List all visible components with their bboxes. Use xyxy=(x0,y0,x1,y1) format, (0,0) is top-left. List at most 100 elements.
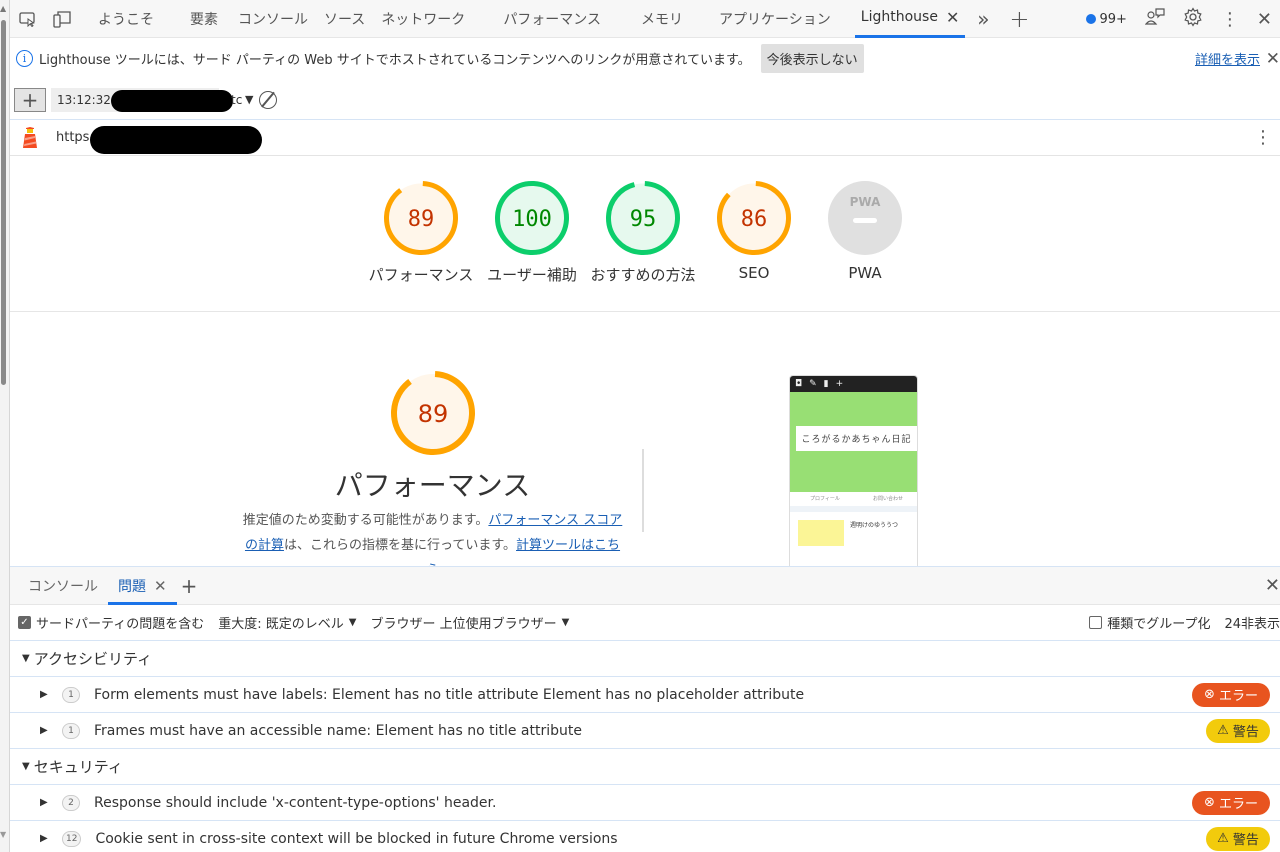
close-tab-icon[interactable]: ✕ xyxy=(946,8,959,27)
severity-badge-warning: ⚠ 警告 xyxy=(1206,718,1270,743)
lighthouse-toolbar: + 13:12:32 tc ▼ xyxy=(10,80,1280,120)
gauge-label: おすすめの方法 xyxy=(590,266,696,284)
inspect-icon[interactable] xyxy=(18,9,38,29)
page-screenshot-thumbnail[interactable]: ◘ ✎ ▮ + ころがるかあちゃん日記 プロフィール お問い合わせ 週明けのゆううつ xyxy=(789,375,918,566)
add-tab-icon[interactable]: + xyxy=(1009,5,1029,33)
chevron-down-icon: ▼ xyxy=(561,617,570,628)
issue-row[interactable]: ▶ 1 Frames must have an accessible name:… xyxy=(10,713,1280,749)
severity-label: 重大度: 既定のレベル xyxy=(218,617,344,632)
info-bar: i Lighthouse ツールには、サード パーティの Web サイトでホスト… xyxy=(10,38,1280,80)
include-third-party-label: サードパーティの問題を含む xyxy=(36,617,205,632)
issue-count: 2 xyxy=(62,794,80,811)
gauge-label: ユーザー補助 xyxy=(487,266,577,284)
dont-show-again-button[interactable]: 今後表示しない xyxy=(760,44,864,73)
new-report-button[interactable]: + xyxy=(14,87,46,112)
tab-memory[interactable]: メモリ xyxy=(627,0,697,38)
severity-badge-warning: ⚠ 警告 xyxy=(1206,826,1270,851)
gauge-seo[interactable]: 86 SEO xyxy=(699,180,809,282)
section-divider xyxy=(642,449,644,532)
chevron-down-icon: ▼ xyxy=(348,617,357,628)
topbar-right-icons: 99+ ⋮ ✕ xyxy=(1086,0,1280,38)
clear-all-icon[interactable] xyxy=(259,90,277,109)
issue-text: Form elements must have labels: Element … xyxy=(94,686,805,703)
expand-arrow-icon: ▼ xyxy=(22,761,30,772)
info-message: Lighthouse ツールには、サード パーティの Web サイトでホストされ… xyxy=(39,53,751,68)
drawer-tab-console[interactable]: コンソール xyxy=(18,567,108,605)
severity-badge-error: ⊗ エラー xyxy=(1192,682,1270,707)
thumbnail-adminbar: ◘ ✎ ▮ + xyxy=(790,376,917,392)
tab-performance[interactable]: パフォーマンス xyxy=(489,0,615,38)
issue-row[interactable]: ▶ 1 Form elements must have labels: Elem… xyxy=(10,677,1280,713)
tab-application[interactable]: アプリケーション xyxy=(705,0,845,38)
thumbnail-site-title: ころがるかあちゃん日記 xyxy=(796,426,917,451)
devtools-panel: ようこそ 要素 コンソール ソース ネットワーク パフォーマンス メモリ アプリ… xyxy=(10,0,1280,852)
tab-network[interactable]: ネットワーク xyxy=(375,0,471,38)
gauge-performance[interactable]: 89 パフォーマンス xyxy=(366,180,476,285)
left-scrollbar[interactable]: ▲ ▼ xyxy=(0,0,10,852)
tab-sources[interactable]: ソース xyxy=(314,0,375,38)
gauge-best-practices[interactable]: 95 おすすめの方法 xyxy=(588,180,698,285)
tab-elements[interactable]: 要素 xyxy=(176,0,232,38)
drawer-tab-issues[interactable]: 問題 ✕ xyxy=(108,567,177,605)
issue-row[interactable]: ▶ 2 Response should include 'x-content-t… xyxy=(10,785,1280,821)
severity-label: エラー xyxy=(1219,689,1259,704)
browser-label: ブラウザー 上位使用ブラウザー xyxy=(370,617,557,632)
gauge-accessibility[interactable]: 100 ユーザー補助 xyxy=(477,180,587,285)
browser-dropdown[interactable]: ブラウザー 上位使用ブラウザー ▼ xyxy=(370,613,569,632)
devtools-tab-bar: ようこそ 要素 コンソール ソース ネットワーク パフォーマンス メモリ アプリ… xyxy=(10,0,1280,38)
scrollbar-thumb[interactable] xyxy=(1,20,6,385)
bottom-drawer: コンソール 問題 ✕ + ✕ ✓ サードパーティの問題を含む 重大度: 既定のレ… xyxy=(10,566,1280,852)
gauge-pwa[interactable]: PWA PWA xyxy=(810,180,920,282)
learn-more-link[interactable]: 詳細を表示 xyxy=(1195,49,1260,68)
issue-row[interactable]: ▶ 12 Cookie sent in cross-site context w… xyxy=(10,821,1280,852)
device-toolbar-icon[interactable] xyxy=(52,9,72,29)
severity-dropdown[interactable]: 重大度: 既定のレベル ▼ xyxy=(218,613,356,632)
close-tab-icon[interactable]: ✕ xyxy=(154,577,167,595)
performance-gauge-ring: 89 xyxy=(391,371,475,455)
error-icon: ⊗ xyxy=(1203,795,1219,810)
pwa-badge-text: PWA xyxy=(850,195,881,209)
tab-lighthouse[interactable]: Lighthouse ✕ xyxy=(854,0,966,38)
gauge-score: 89 xyxy=(408,207,435,232)
thumbnail-nav-left: プロフィール xyxy=(810,496,840,502)
scroll-down-icon[interactable]: ▼ xyxy=(0,830,6,839)
collapse-arrow-icon: ▶ xyxy=(40,797,48,808)
thumbnail-post-title: 週明けのゆううつ xyxy=(850,522,899,529)
issue-text: Cookie sent in cross-site context will b… xyxy=(95,830,618,847)
issue-group-security[interactable]: ▼ セキュリティ xyxy=(10,749,1280,785)
warning-icon: ⚠ xyxy=(1217,723,1233,738)
pwa-badge-icon: PWA xyxy=(828,181,902,255)
gauge-score: 95 xyxy=(630,207,657,232)
expand-arrow-icon: ▼ xyxy=(22,653,30,664)
issue-group-accessibility[interactable]: ▼ アクセシビリティ xyxy=(10,641,1280,677)
url-prefix: https xyxy=(56,130,90,145)
desc-text-1: 推定値のため変動する可能性があります。 xyxy=(242,513,489,528)
filter-right: 種類でグループ化 24非表示 xyxy=(1089,613,1280,632)
more-options-icon[interactable]: ⋮ xyxy=(1221,9,1239,30)
tab-welcome[interactable]: ようこそ xyxy=(84,0,168,38)
report-menu-icon[interactable]: ⋮ xyxy=(1254,127,1272,148)
error-icon: ⊗ xyxy=(1203,687,1219,702)
redacted-region xyxy=(90,126,262,154)
issue-count: 1 xyxy=(62,722,80,739)
add-drawer-tab-icon[interactable]: + xyxy=(181,574,198,598)
feedback-icon[interactable] xyxy=(1144,8,1165,30)
gauge-score: 86 xyxy=(741,207,768,232)
close-drawer-icon[interactable]: ✕ xyxy=(1265,575,1280,596)
include-third-party-checkbox[interactable]: ✓ サードパーティの問題を含む xyxy=(18,613,204,632)
more-tabs-icon[interactable]: » xyxy=(973,7,993,31)
close-infobar-icon[interactable]: ✕ xyxy=(1266,49,1280,69)
tab-console[interactable]: コンソール xyxy=(232,0,314,38)
scroll-up-icon[interactable]: ▲ xyxy=(0,4,6,13)
checkbox-checked-icon: ✓ xyxy=(18,616,31,629)
gauge-ring: 95 xyxy=(606,181,680,255)
group-title: アクセシビリティ xyxy=(33,650,153,668)
settings-gear-icon[interactable] xyxy=(1183,7,1203,31)
issues-badge[interactable]: 99+ xyxy=(1086,11,1127,27)
report-selector[interactable]: 13:12:32 tc ▼ xyxy=(51,87,253,112)
redacted-region xyxy=(111,89,233,112)
group-by-kind-checkbox[interactable]: 種類でグループ化 xyxy=(1089,613,1210,632)
thumbnail-header: ころがるかあちゃん日記 xyxy=(790,392,917,492)
close-devtools-icon[interactable]: ✕ xyxy=(1257,9,1272,30)
issues-count: 99+ xyxy=(1099,11,1127,27)
